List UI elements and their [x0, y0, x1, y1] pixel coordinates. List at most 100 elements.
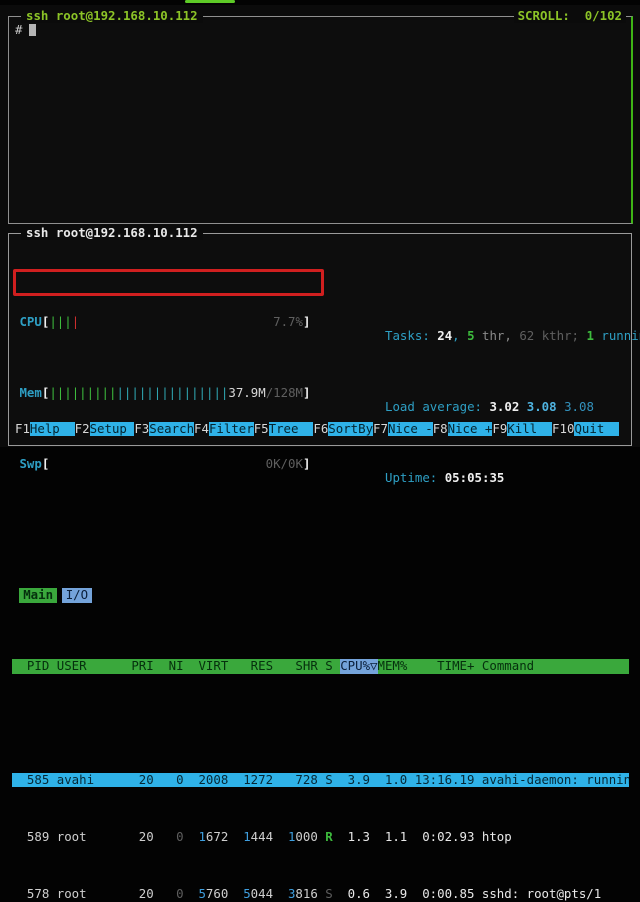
fn-item[interactable]: F3Search [134, 422, 194, 436]
cell-ni: 0 [161, 773, 183, 787]
fn-item[interactable]: F4Filter [194, 422, 254, 436]
mem-meter-close-bracket: ] [303, 386, 310, 400]
fn-key: F5 [254, 422, 269, 436]
sort-descending-icon: ▽ [370, 659, 377, 673]
cell-user: root [57, 830, 132, 844]
pane-htop[interactable]: ssh root@192.168.10.112 CPU [ ||| | 7.7%… [8, 233, 632, 446]
table-row[interactable]: 585 avahi 20 0 2008 1272 728 S 3.9 1.0 1… [12, 773, 629, 787]
fn-key: F2 [75, 422, 90, 436]
tasks-count: 24 [437, 328, 452, 343]
cell-user: avahi [57, 773, 132, 787]
cell-res: 1444 [236, 830, 273, 844]
cpu-ticks-green: ||| [49, 315, 71, 329]
cell-state: R [325, 830, 332, 844]
fn-key: F7 [373, 422, 388, 436]
cell-time: 0:02.93 [415, 830, 475, 844]
fn-item[interactable]: F7Nice - [373, 422, 433, 436]
mem-ticks-used: ||||||||| [49, 386, 116, 400]
fn-label: Quit [574, 422, 619, 436]
fn-key: F3 [134, 422, 149, 436]
pane-shell[interactable]: ssh root@192.168.10.112 SCROLL: 0/102 # [8, 16, 633, 224]
col-pri[interactable]: PRI [131, 659, 153, 673]
load-label: Load average: [385, 399, 489, 414]
cell-pid: 589 [12, 830, 49, 844]
table-row[interactable]: 589 root 20 0 1672 1444 1000 R 1.3 1.1 0… [12, 830, 629, 844]
col-virt[interactable]: VIRT [191, 659, 228, 673]
fn-item[interactable]: F10Quit [552, 422, 619, 436]
col-cpu-sorted[interactable]: CPU%▽ [340, 659, 377, 673]
fn-label: Setup [90, 422, 135, 436]
running-count: 1 [586, 328, 593, 343]
pane-shell-title: ssh root@192.168.10.112 [21, 9, 203, 23]
fn-item[interactable]: F5Tree [254, 422, 314, 436]
tasks-label: Tasks: [385, 328, 437, 343]
cell-pid: 578 [12, 887, 49, 901]
cpu-meter-label: CPU [19, 315, 41, 329]
load-1min: 3.02 [489, 399, 526, 414]
cell-shr: 3816 [281, 887, 318, 901]
col-pid[interactable]: PID [12, 659, 49, 673]
cpu-meter-close-bracket: ] [303, 315, 310, 329]
cell-state: S [325, 887, 332, 901]
cell-command: htop [482, 830, 629, 844]
mem-total-value: /128M [266, 386, 303, 400]
fn-item[interactable]: F6SortBy [313, 422, 373, 436]
mem-meter-bar: ||||||||| ||||||||||||||| 37.9M /128M [49, 386, 303, 400]
cell-mem: 1.0 [377, 773, 407, 787]
htop-screen: CPU [ ||| | 7.7% ] Tasks: 24, 5 thr, 62 … [12, 234, 629, 445]
col-state[interactable]: S [325, 659, 332, 673]
fn-key: F8 [433, 422, 448, 436]
cell-cpu: 1.3 [340, 830, 370, 844]
mem-meter-label: Mem [19, 386, 41, 400]
fn-item[interactable]: F8Nice + [433, 422, 493, 436]
col-time[interactable]: TIME+ [415, 659, 475, 673]
fn-item[interactable]: F1Help [15, 422, 75, 436]
cell-cpu: 0.6 [340, 887, 370, 901]
overlay-progress-bar [185, 0, 235, 3]
fn-label: Help [30, 422, 75, 436]
fn-label: Nice - [388, 422, 433, 436]
cpu-meter-value: 7.7% [273, 315, 303, 329]
cell-command: avahi-daemon: running [482, 773, 629, 787]
load-average-stat: Load average: 3.02 3.08 3.08 [325, 386, 594, 400]
col-ni[interactable]: NI [161, 659, 183, 673]
tab-io[interactable]: I/O [62, 588, 92, 602]
fn-label: Nice + [448, 422, 493, 436]
cell-mem: 3.9 [377, 887, 407, 901]
fn-item[interactable]: F2Setup [75, 422, 135, 436]
fn-key: F10 [552, 422, 574, 436]
fn-item[interactable]: F9Kill [492, 422, 552, 436]
fn-key: F1 [15, 422, 30, 436]
cell-state: S [325, 773, 332, 787]
terminal-cursor [29, 24, 36, 36]
fn-label: SortBy [328, 422, 373, 436]
cell-virt: 1672 [191, 830, 228, 844]
cell-virt: 2008 [191, 773, 228, 787]
table-row[interactable]: 578 root 20 0 5760 5044 3816 S 0.6 3.9 0… [12, 887, 629, 901]
col-shr[interactable]: SHR [281, 659, 318, 673]
fn-key: F9 [492, 422, 507, 436]
swap-meter-label: Swp [19, 457, 41, 471]
cell-time: 13:16.19 [415, 773, 475, 787]
col-user[interactable]: USER [57, 659, 132, 673]
tasks-stat: Tasks: 24, 5 thr, 62 kthr; 1 running [325, 315, 640, 329]
col-res[interactable]: RES [236, 659, 273, 673]
shell-prompt: # [15, 23, 22, 37]
cell-ni: 0 [161, 887, 183, 901]
cpu-meter-open-bracket: [ [42, 315, 49, 329]
function-key-bar: F1Help F2Setup F3Search F4Filter F5Tree [15, 422, 626, 436]
load-5min: 3.08 [527, 399, 564, 414]
col-command[interactable]: Command [482, 659, 629, 673]
col-mem[interactable]: MEM% [378, 659, 408, 673]
col-cpu-label: CPU% [340, 659, 370, 673]
cell-res: 5044 [236, 887, 273, 901]
cell-command: sshd: root@pts/1 [482, 887, 629, 901]
fn-key: F4 [194, 422, 209, 436]
swap-value: 0K/0K [266, 457, 303, 471]
fn-label: Search [149, 422, 194, 436]
cell-mem: 1.1 [377, 830, 407, 844]
load-15min: 3.08 [564, 399, 594, 414]
cell-pri: 20 [131, 830, 153, 844]
tab-main[interactable]: Main [19, 588, 56, 602]
cell-ni: 0 [161, 830, 183, 844]
